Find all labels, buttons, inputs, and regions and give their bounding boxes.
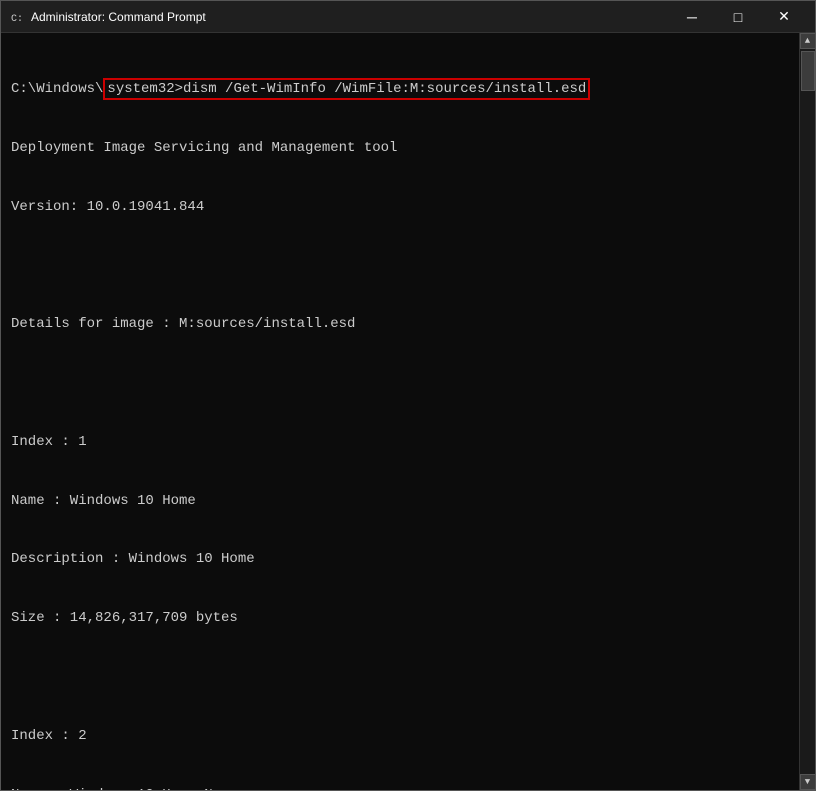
title-bar: C: Administrator: Command Prompt ─ □ ✕ xyxy=(1,1,815,33)
scrollbar-track[interactable] xyxy=(800,49,815,774)
scrollbar-thumb[interactable] xyxy=(801,51,815,91)
prompt-path: C:\Windows\ xyxy=(11,81,103,97)
terminal-output[interactable]: C:\Windows\system32>dism /Get-WimInfo /W… xyxy=(1,33,799,790)
svg-text:C:: C: xyxy=(11,14,23,25)
window-controls: ─ □ ✕ xyxy=(669,1,807,33)
window-title: Administrator: Command Prompt xyxy=(31,10,669,24)
name2-line: Name : Windows 10 Home N xyxy=(11,786,789,790)
blank-line-2 xyxy=(11,374,789,394)
version-line: Version: 10.0.19041.844 xyxy=(11,198,789,218)
minimize-button[interactable]: ─ xyxy=(669,1,715,33)
blank-line-1 xyxy=(11,257,789,277)
blank-line-3 xyxy=(11,668,789,688)
close-button[interactable]: ✕ xyxy=(761,1,807,33)
index1-line: Index : 1 xyxy=(11,433,789,453)
index2-line: Index : 2 xyxy=(11,727,789,747)
scroll-down-button[interactable]: ▼ xyxy=(800,774,816,790)
details-line: Details for image : M:sources/install.es… xyxy=(11,315,789,335)
scroll-up-button[interactable]: ▲ xyxy=(800,33,816,49)
command-line: C:\Windows\system32>dism /Get-WimInfo /W… xyxy=(11,80,789,100)
scrollbar: ▲ ▼ xyxy=(799,33,815,790)
maximize-button[interactable]: □ xyxy=(715,1,761,33)
name1-line: Name : Windows 10 Home xyxy=(11,492,789,512)
cmd-icon: C: xyxy=(9,9,25,25)
desc1-line: Description : Windows 10 Home xyxy=(11,550,789,570)
tool-name-line: Deployment Image Servicing and Managemen… xyxy=(11,139,789,159)
size1-line: Size : 14,826,317,709 bytes xyxy=(11,609,789,629)
content-area: C:\Windows\system32>dism /Get-WimInfo /W… xyxy=(1,33,815,790)
command-prompt-window: C: Administrator: Command Prompt ─ □ ✕ C… xyxy=(0,0,816,791)
command-text: system32>dism /Get-WimInfo /WimFile:M:so… xyxy=(103,78,590,100)
